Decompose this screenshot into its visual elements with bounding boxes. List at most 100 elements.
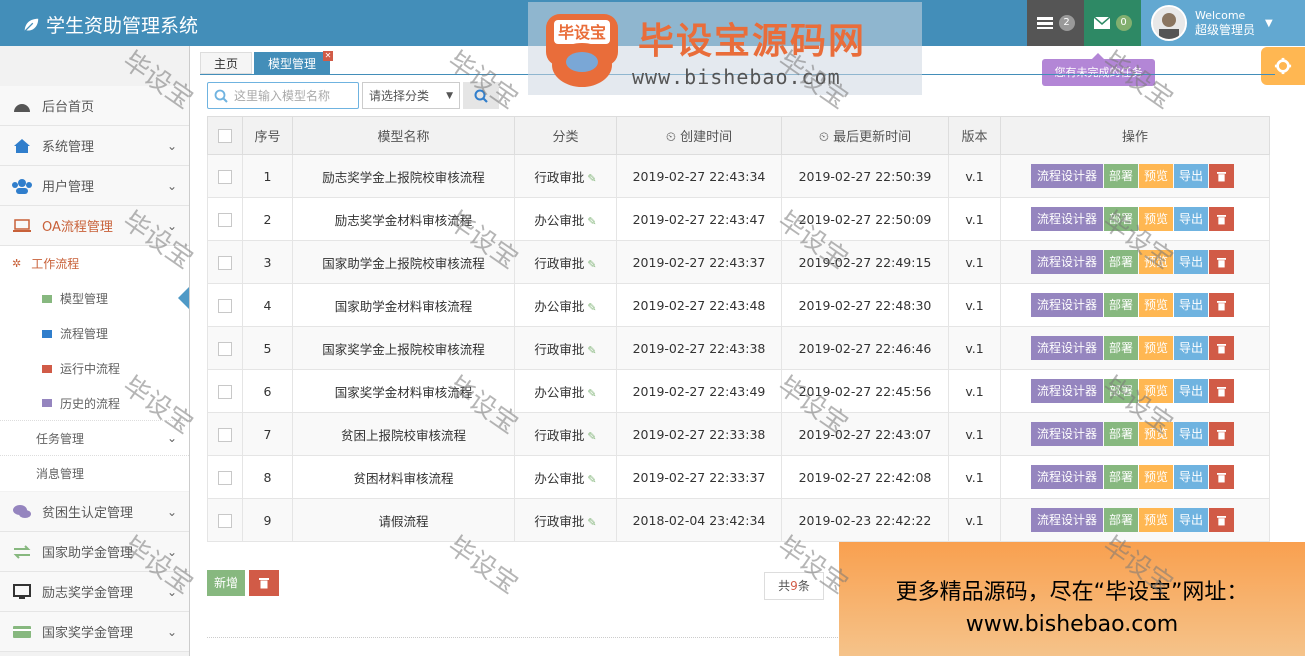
category-select[interactable]: 请选择分类 ▼ [362, 82, 460, 109]
delete-button[interactable] [1209, 465, 1235, 489]
preview-button[interactable]: 预览 [1139, 336, 1174, 360]
delete-button[interactable] [1209, 164, 1235, 188]
deploy-button[interactable]: 部署 [1104, 164, 1139, 188]
deploy-button[interactable]: 部署 [1104, 508, 1139, 532]
tab-model-management[interactable]: 模型管理 ✕ [254, 51, 334, 74]
row-checkbox[interactable] [218, 212, 232, 227]
edit-icon[interactable]: ✎ [587, 516, 596, 529]
preview-button[interactable]: 预览 [1139, 422, 1174, 446]
sidebar-sub-model[interactable]: 模型管理 [0, 281, 189, 316]
settings-button[interactable] [1261, 47, 1305, 85]
sidebar-sub-running[interactable]: 运行中流程 [0, 351, 189, 386]
row-checkbox[interactable] [218, 255, 232, 270]
table-row: 6 国家奖学金材料审核流程 办公审批 ✎ 2019-02-27 22:43:49 … [207, 369, 1270, 413]
preview-button[interactable]: 预览 [1139, 508, 1174, 532]
flow-designer-button[interactable]: 流程设计器 [1031, 293, 1103, 317]
total-count: 共9条 [764, 572, 824, 600]
deploy-button[interactable]: 部署 [1104, 465, 1139, 489]
edit-icon[interactable]: ✎ [587, 172, 596, 185]
export-button[interactable]: 导出 [1174, 164, 1209, 188]
sidebar-item-system[interactable]: 系统管理 ⌄ [0, 126, 189, 166]
flow-designer-button[interactable]: 流程设计器 [1031, 250, 1103, 274]
total-prefix: 共 [778, 579, 791, 593]
sidebar-item-national-grant[interactable]: 国家助学金管理 ⌄ [0, 532, 189, 572]
delete-button[interactable] [1209, 250, 1235, 274]
close-icon[interactable]: ✕ [323, 51, 334, 61]
preview-button[interactable]: 预览 [1139, 465, 1174, 489]
messages-button[interactable]: 0 [1084, 0, 1141, 46]
sidebar-sub-task[interactable]: 任务管理 ⌄ [0, 421, 189, 456]
delete-button[interactable] [1209, 207, 1235, 231]
sidebar-sub-workflow[interactable]: ✲ 工作流程 [0, 246, 189, 281]
delete-button[interactable] [1209, 379, 1235, 403]
row-checkbox[interactable] [218, 470, 232, 485]
row-model-name: 励志奖学金上报院校审核流程 [292, 154, 515, 198]
deploy-button[interactable]: 部署 [1104, 250, 1139, 274]
export-button[interactable]: 导出 [1174, 508, 1209, 532]
export-button[interactable]: 导出 [1174, 422, 1209, 446]
edit-icon[interactable]: ✎ [587, 215, 596, 228]
flow-designer-button[interactable]: 流程设计器 [1031, 422, 1103, 446]
preview-button[interactable]: 预览 [1139, 250, 1174, 274]
sidebar-item-label: 励志奖学金管理 [42, 586, 134, 601]
sidebar-item-users[interactable]: 用户管理 ⌄ [0, 166, 189, 206]
row-checkbox[interactable] [218, 169, 232, 184]
row-checkbox[interactable] [218, 427, 232, 442]
search-button[interactable] [463, 82, 499, 109]
flow-designer-button[interactable]: 流程设计器 [1031, 207, 1103, 231]
flow-designer-button[interactable]: 流程设计器 [1031, 164, 1103, 188]
leaf-icon [24, 18, 39, 32]
export-button[interactable]: 导出 [1174, 379, 1209, 403]
export-button[interactable]: 导出 [1174, 293, 1209, 317]
preview-button[interactable]: 预览 [1139, 293, 1174, 317]
delete-button[interactable] [1209, 336, 1235, 360]
delete-button[interactable] [1209, 508, 1235, 532]
delete-button[interactable] [1209, 422, 1235, 446]
row-checkbox[interactable] [218, 298, 232, 313]
sidebar-item-inspiration-scholarship[interactable]: 励志奖学金管理 ⌄ [0, 572, 189, 612]
tasks-button[interactable]: 2 [1027, 0, 1084, 46]
export-button[interactable]: 导出 [1174, 336, 1209, 360]
sidebar-sub-process[interactable]: 流程管理 [0, 316, 189, 351]
tab-home[interactable]: 主页 [200, 52, 253, 74]
export-button[interactable]: 导出 [1174, 250, 1209, 274]
row-checkbox[interactable] [218, 384, 232, 399]
batch-delete-button[interactable] [249, 570, 279, 596]
caret-down-icon: ▼ [1265, 17, 1273, 29]
row-checkbox[interactable] [218, 341, 232, 356]
edit-icon[interactable]: ✎ [587, 301, 596, 314]
add-button[interactable]: 新增 [207, 570, 245, 596]
sidebar-item-national-scholarship[interactable]: 国家奖学金管理 ⌄ [0, 612, 189, 652]
sidebar-item-poverty[interactable]: 贫困生认定管理 ⌄ [0, 492, 189, 532]
delete-button[interactable] [1209, 293, 1235, 317]
flow-designer-button[interactable]: 流程设计器 [1031, 379, 1103, 403]
deploy-button[interactable]: 部署 [1104, 293, 1139, 317]
preview-button[interactable]: 预览 [1139, 379, 1174, 403]
row-updated: 2019-02-23 22:42:22 [781, 498, 949, 542]
sidebar-item-oa[interactable]: OA流程管理 ⌄ [0, 206, 189, 246]
edit-icon[interactable]: ✎ [587, 387, 596, 400]
deploy-button[interactable]: 部署 [1104, 207, 1139, 231]
select-all-checkbox[interactable] [218, 128, 232, 143]
flow-designer-button[interactable]: 流程设计器 [1031, 465, 1103, 489]
app-brand[interactable]: 学生资助管理系统 [22, 11, 198, 38]
deploy-button[interactable]: 部署 [1104, 422, 1139, 446]
edit-icon[interactable]: ✎ [587, 258, 596, 271]
edit-icon[interactable]: ✎ [587, 430, 596, 443]
flow-designer-button[interactable]: 流程设计器 [1031, 508, 1103, 532]
deploy-button[interactable]: 部署 [1104, 379, 1139, 403]
export-button[interactable]: 导出 [1174, 465, 1209, 489]
search-input[interactable]: 这里输入模型名称 [207, 82, 359, 109]
edit-icon[interactable]: ✎ [587, 473, 596, 486]
preview-button[interactable]: 预览 [1139, 207, 1174, 231]
deploy-button[interactable]: 部署 [1104, 336, 1139, 360]
edit-icon[interactable]: ✎ [587, 344, 596, 357]
flow-designer-button[interactable]: 流程设计器 [1031, 336, 1103, 360]
sidebar-item-dashboard[interactable]: 后台首页 [0, 86, 189, 126]
user-menu[interactable]: Welcome 超级管理员 ▼ [1141, 0, 1305, 46]
preview-button[interactable]: 预览 [1139, 164, 1174, 188]
sidebar-sub-history[interactable]: 历史的流程 [0, 386, 189, 421]
row-checkbox[interactable] [218, 513, 232, 528]
sidebar-sub-message[interactable]: 消息管理 [0, 456, 189, 491]
export-button[interactable]: 导出 [1174, 207, 1209, 231]
